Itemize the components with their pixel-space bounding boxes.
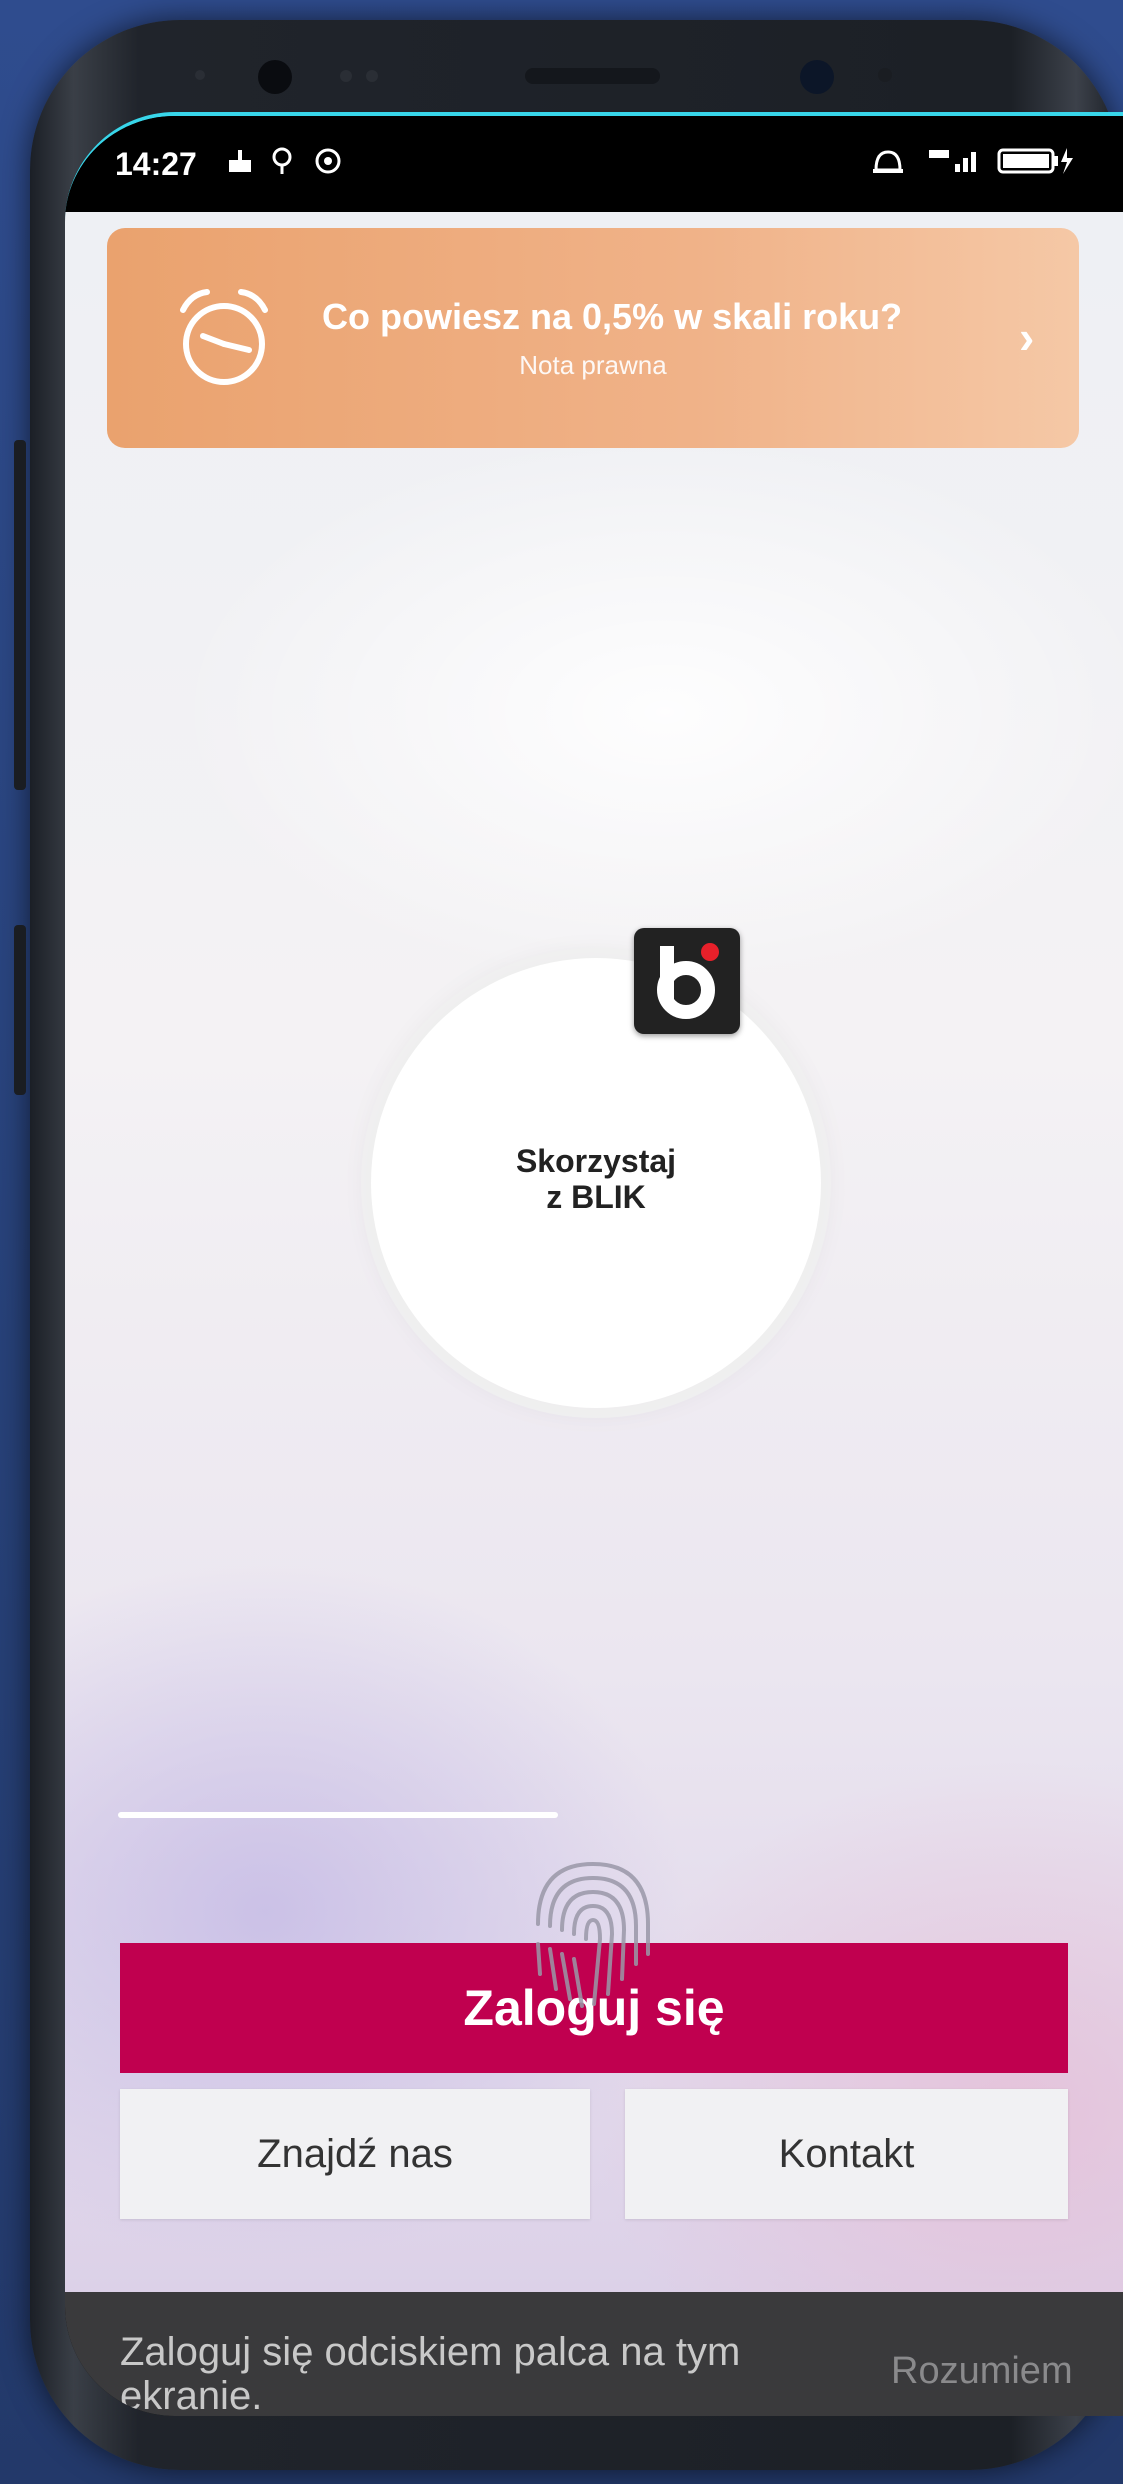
location-icon: [270, 146, 294, 184]
fingerprint-icon[interactable]: [518, 1844, 668, 2014]
blik-label-line-1: Skorzystaj: [515, 1143, 677, 1179]
snackbar-message: Zaloguj się odciskiem palca na tym ekran…: [120, 2330, 741, 2416]
alarm-icon: [870, 146, 906, 184]
blik-logo-icon: [634, 928, 740, 1034]
battery-icon: [997, 146, 1077, 184]
chevron-right-icon: ›: [1019, 311, 1035, 363]
earpiece-speaker: [525, 68, 660, 84]
data-saver-icon: [313, 146, 343, 184]
blik-label-line-2: z BLIK: [546, 1179, 646, 1215]
promo-banner[interactable]: Co powiesz na 0,5% w skali roku? Nota pr…: [107, 228, 1079, 448]
cake-icon: [225, 146, 255, 184]
status-time: 14:27: [115, 146, 197, 182]
snackbar-action-button[interactable]: Rozumiem: [891, 2350, 1073, 2393]
status-bar: 14:27: [65, 116, 1123, 212]
find-us-button[interactable]: Znajdź nas: [120, 2089, 590, 2219]
contact-button[interactable]: Kontakt: [625, 2089, 1068, 2219]
volte-signal-icon: [925, 146, 985, 184]
promo-legal-note[interactable]: Nota prawna: [107, 350, 1079, 381]
progress-indicator: [118, 1812, 558, 1818]
sensor-dot: [340, 70, 352, 82]
power-button: [14, 925, 26, 1095]
phone-top-bezel: [0, 0, 1123, 115]
blik-button[interactable]: Skorzystaj z BLIK: [371, 958, 821, 1408]
sensor-dot: [195, 70, 205, 80]
promo-title: Co powiesz na 0,5% w skali roku?: [322, 296, 903, 337]
snackbar: Zaloguj się odciskiem palca na tym ekran…: [65, 2292, 1123, 2416]
volume-button: [14, 440, 26, 790]
sensor-dot: [366, 70, 378, 82]
screen: 14:27 Co powiesz na 0,5% w skali roku? N…: [65, 112, 1123, 2416]
blik-label: Skorzystaj z BLIK: [371, 1143, 821, 1215]
sensor-dot: [878, 68, 892, 82]
front-camera: [258, 60, 292, 94]
proximity-sensor: [800, 60, 834, 94]
main-content: Co powiesz na 0,5% w skali roku? Nota pr…: [65, 212, 1123, 2292]
